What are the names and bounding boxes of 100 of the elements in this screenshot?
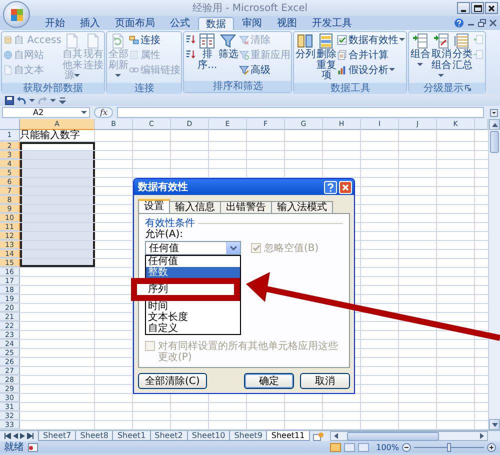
dialog-tab[interactable]: 设置 [138,199,170,213]
sort-icon [199,33,216,49]
insert-sheet-icon[interactable] [312,432,324,440]
dialog-button[interactable]: 全部清除(C) [138,373,207,389]
sheet-tab[interactable]: Sheet1 [112,431,151,441]
table-icon [318,33,334,49]
zoom-out-icon[interactable] [402,442,411,452]
next-sheet-icon[interactable] [20,433,25,439]
close-button[interactable] [485,2,498,14]
ribbon-button[interactable]: 分类汇总 [452,33,472,71]
icon-button[interactable] [185,48,196,61]
ribbon-tab[interactable]: 数据 [198,17,234,30]
caret-icon [74,74,80,77]
ribbon-tab[interactable]: 开发工具 [305,17,359,30]
document-icon [85,33,102,49]
slider-thumb[interactable] [447,442,451,452]
dialog-button[interactable]: 确定 [244,373,294,389]
name-box[interactable]: A2 [2,107,90,118]
close-icon[interactable] [489,19,497,27]
scroll-down-icon[interactable] [492,422,498,426]
ungroup-icon [433,33,450,49]
ribbon-tab[interactable]: 视图 [270,17,304,30]
ribbon-button[interactable]: 高级 [239,63,290,76]
caret-icon [230,246,237,250]
dialog-tab[interactable]: 出错警告 [220,201,272,213]
ribbon-tab[interactable]: 开始 [38,17,72,30]
ribbon-button[interactable]: 数据有效性 [337,33,406,46]
previous-sheet-icon[interactable] [13,433,18,439]
sheet-tab[interactable]: Sheet2 [150,431,188,441]
sheet-tab[interactable]: Sheet9 [229,431,268,441]
macro-record-icon[interactable] [28,442,38,452]
customize-icon[interactable] [59,96,66,104]
ribbon-button[interactable]: 合并计算 [337,48,406,61]
ribbon-button[interactable]: 组合 [410,33,430,71]
restore-icon[interactable] [478,19,486,27]
dialog-title: 数据有效性 [138,180,189,194]
ribbon-button[interactable]: 分列 [295,33,316,60]
scroll-thumb[interactable] [490,131,499,153]
ribbon-tab[interactable]: 插入 [73,17,107,30]
caret-icon [50,98,56,102]
sheet-tab[interactable]: Sheet11 [266,431,310,441]
insert-function-button[interactable]: fx [94,107,114,118]
refresh-icon [110,33,126,49]
dialog-button[interactable]: 取消 [300,373,350,389]
icon-button[interactable] [185,33,196,46]
last-sheet-icon[interactable] [27,433,34,439]
link-icon [129,64,140,74]
dialog-tab[interactable]: 输入法模式 [271,201,333,213]
help-button[interactable] [324,180,337,194]
help-icon [327,182,334,192]
help-icon[interactable] [454,18,464,28]
undo-icon[interactable] [17,96,26,104]
expand-icon[interactable] [490,108,498,116]
ribbon-button[interactable]: 假设分析 [337,63,406,76]
document-icon [3,64,13,74]
scroll-left-icon[interactable] [332,433,339,439]
formula-field[interactable] [117,107,484,118]
sort-icon [185,34,196,45]
group-label: 获取外部数据 [23,82,84,94]
checkbox-label: 对有同样设置的所有其他单元格应用这些更改(P) [158,341,339,363]
scroll-up-icon[interactable] [492,122,498,126]
group-label: 排序和筛选 [212,81,263,92]
plus-icon [473,34,484,45]
zoom-in-icon[interactable] [487,442,496,452]
ribbon-tab[interactable]: 页面布局 [108,17,162,30]
ribbon-tab[interactable]: 公式 [163,17,197,30]
ribbon-button[interactable]: 排序... [197,33,218,71]
sheet-tab[interactable]: Sheet8 [75,431,114,441]
ribbon-tab[interactable]: 审阅 [235,17,269,30]
dropdown-option[interactable]: 整数 [146,267,240,278]
dropdown-option[interactable]: 文本长度 [146,312,240,323]
window-title: 经验用 - Microsoft Excel [192,2,308,15]
minimize-button[interactable] [457,2,470,14]
scroll-right-icon[interactable] [479,433,485,439]
first-sheet-icon[interactable] [4,433,11,439]
caret-icon [399,38,406,41]
dropdown-button[interactable] [226,242,240,254]
horizontal-scrollbar[interactable] [330,431,488,441]
sheet-tab[interactable]: Sheet7 [38,431,76,441]
group-label: 数据工具 [330,82,370,94]
dropdown-option[interactable]: 任何值 [146,256,240,267]
ribbon-button[interactable]: 筛选 [218,33,238,60]
launcher-icon[interactable] [465,85,472,91]
allow-dropdown[interactable]: 任何值 [145,241,241,255]
ribbon-button[interactable]: 取消组合 [431,33,452,82]
validation-icon [337,34,348,44]
clear-filter-icon [239,34,250,44]
dialog-tab[interactable]: 输入信息 [169,201,221,213]
maximize-button[interactable] [471,2,484,14]
sheet-tab[interactable]: Sheet10 [186,431,230,441]
scroll-thumb[interactable] [346,432,439,440]
save-icon[interactable] [5,96,14,104]
dropdown-option[interactable]: 序列 [146,284,234,295]
dropdown-option[interactable]: 时间 [146,301,240,312]
connection-icon [129,34,140,44]
dropdown-option[interactable]: 自定义 [146,323,240,334]
vertical-scrollbar[interactable] [488,119,500,430]
ribbon-button[interactable]: 连接 [129,33,180,46]
ribbon-button[interactable]: 删除重复项 [316,33,336,82]
close-icon [342,184,349,190]
